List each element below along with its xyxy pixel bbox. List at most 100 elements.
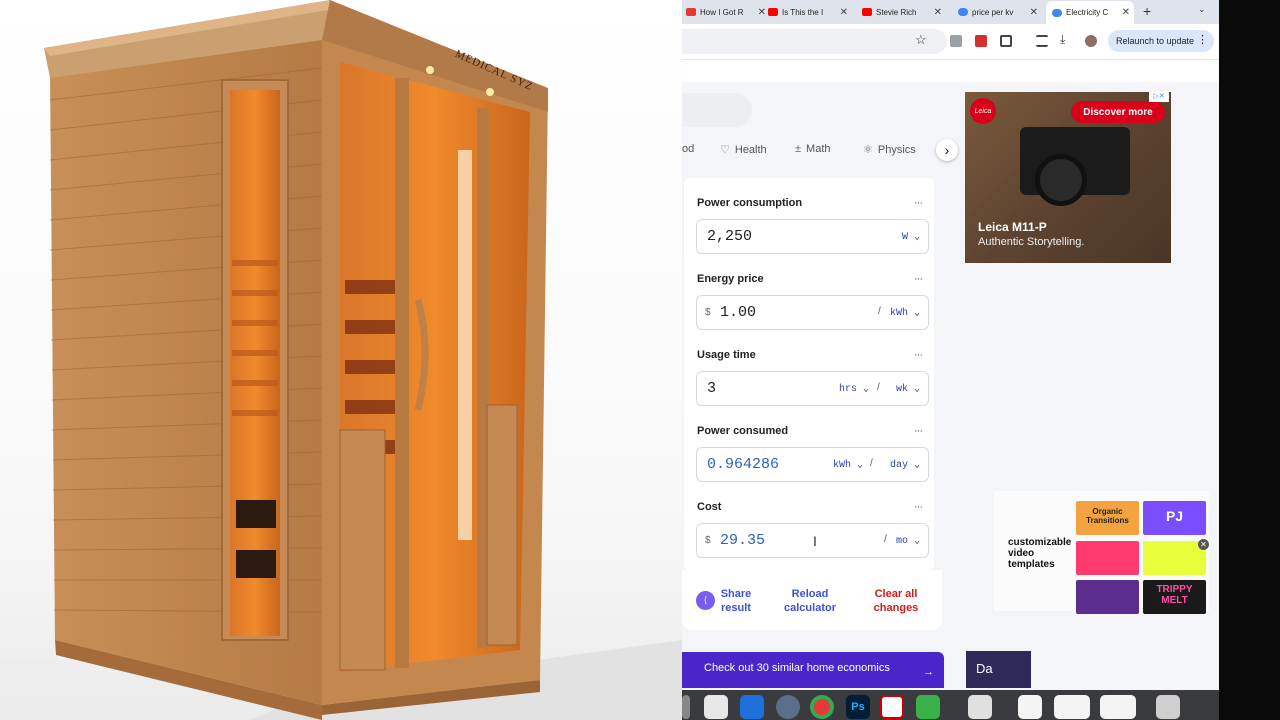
- extension-icon[interactable]: [975, 35, 987, 47]
- close-icon[interactable]: ✕: [758, 7, 766, 18]
- period-select[interactable]: mo ⌄: [896, 535, 920, 547]
- share-result-button[interactable]: Share result: [720, 587, 752, 615]
- chrome-icon[interactable]: [810, 695, 834, 719]
- period-select[interactable]: wk ⌄: [896, 383, 920, 395]
- google-icon: [958, 8, 968, 16]
- zoom-icon[interactable]: [740, 695, 764, 719]
- more-icon[interactable]: ···: [914, 425, 923, 437]
- dock: Ps: [682, 690, 1219, 720]
- arrow-right-icon: →: [923, 666, 934, 678]
- document-icon[interactable]: [1100, 695, 1136, 719]
- leica-ad[interactable]: Leica Discover more Leica M11-P Authenti…: [965, 92, 1171, 263]
- ad-choices-icon[interactable]: ▷✕: [1149, 92, 1169, 102]
- chevron-down-icon[interactable]: ⌄: [1198, 4, 1206, 15]
- relaunch-button[interactable]: Relaunch to update ⋮: [1108, 30, 1214, 52]
- similar-calculators-banner[interactable]: Check out 30 similar home economics →: [682, 652, 944, 688]
- video-thumb: Organic Transitions: [1076, 501, 1139, 535]
- reload-calculator-button[interactable]: Reload calculator: [780, 587, 840, 615]
- video-thumb: [1143, 541, 1206, 575]
- dock-app-icon[interactable]: [682, 695, 690, 719]
- new-tab-button[interactable]: +: [1143, 3, 1151, 19]
- power-consumed-field[interactable]: 0.964286 kWh ⌄ / day ⌄: [696, 447, 929, 482]
- energy-price-field[interactable]: $ 1.00 / kWh ⌄: [696, 295, 929, 330]
- ad-title: Leica M11-P: [978, 220, 1047, 234]
- photoshop-icon[interactable]: Ps: [846, 695, 870, 719]
- sauna-product-image: MEDICAL SYZ: [0, 0, 682, 720]
- address-bar[interactable]: [682, 29, 947, 54]
- video-ad[interactable]: customizable video templates Organic Tra…: [994, 491, 1209, 614]
- messages-icon[interactable]: [916, 695, 940, 719]
- close-icon[interactable]: ✕: [840, 7, 848, 18]
- category-health[interactable]: ♡ Health: [720, 143, 767, 157]
- power-consumed-label: Power consumed: [697, 425, 789, 437]
- safari-icon[interactable]: [776, 695, 800, 719]
- tab-1[interactable]: How I Got R ✕: [686, 2, 766, 22]
- more-icon[interactable]: ···: [914, 501, 923, 513]
- more-icon[interactable]: ···: [914, 273, 923, 285]
- document-icon[interactable]: [1054, 695, 1090, 719]
- calculator-favicon: [1052, 8, 1062, 17]
- browser-window: How I Got R ✕ Is This the I ✕ Stevie Ric…: [682, 0, 1219, 720]
- trash-icon[interactable]: [1156, 695, 1180, 719]
- notes-icon[interactable]: [704, 695, 728, 719]
- energy-price-label: Energy price: [697, 273, 764, 285]
- camera-lens-image: [1035, 154, 1087, 206]
- discover-more-button[interactable]: Discover more: [1071, 101, 1165, 123]
- power-consumption-field[interactable]: 2,250 W ⌄: [696, 219, 929, 254]
- bookmark-star-icon[interactable]: ☆: [915, 32, 927, 48]
- puzzle-icon[interactable]: [1000, 35, 1012, 47]
- leica-logo: Leica: [970, 98, 996, 124]
- math-icon: ±: [795, 143, 802, 155]
- unit-select[interactable]: hrs ⌄: [839, 383, 869, 395]
- more-icon[interactable]: ···: [914, 197, 923, 209]
- category-physics[interactable]: ⚛ Physics: [863, 143, 916, 157]
- unit-select[interactable]: W ⌄: [902, 231, 920, 243]
- video-thumb: TRIPPY MELT: [1143, 580, 1206, 614]
- avatar[interactable]: [1085, 35, 1097, 47]
- category-food[interactable]: od: [682, 143, 694, 155]
- close-icon[interactable]: ✕: [1030, 7, 1038, 18]
- tab-favicon: [686, 8, 696, 16]
- document-icon[interactable]: [1018, 695, 1042, 719]
- heart-icon: ♡: [720, 144, 730, 156]
- physics-icon: ⚛: [863, 144, 873, 156]
- promo-strip[interactable]: Da: [966, 651, 1031, 688]
- share-icon[interactable]: ⟨: [696, 591, 715, 610]
- unit-select[interactable]: kWh ⌄: [833, 459, 863, 471]
- menu-icon[interactable]: ⋮: [1197, 33, 1208, 46]
- tab-2[interactable]: Is This the I ✕: [768, 2, 848, 22]
- ad-subtitle: Authentic Storytelling.: [978, 236, 1085, 248]
- cost-label: Cost: [697, 501, 722, 513]
- acrobat-icon[interactable]: [880, 695, 904, 719]
- finder-icon[interactable]: [968, 695, 992, 719]
- clear-all-changes-button[interactable]: Clear all changes: [868, 587, 924, 615]
- video-thumb: PJ: [1143, 501, 1206, 535]
- tab-3[interactable]: Stevie Rich ✕: [862, 2, 942, 22]
- youtube-icon: [768, 8, 778, 16]
- category-math[interactable]: ± Math: [795, 143, 831, 155]
- screen-edge: [1219, 0, 1280, 720]
- chevron-right-icon[interactable]: ›: [936, 139, 958, 161]
- web-page: od ♡ Health ± Math ⚛ Physics › Leica Dis…: [682, 59, 1219, 720]
- extension-icon[interactable]: [950, 35, 962, 47]
- period-select[interactable]: day ⌄: [890, 459, 920, 471]
- unit-select[interactable]: kWh ⌄: [890, 307, 920, 319]
- close-icon[interactable]: ✕: [934, 7, 942, 18]
- close-icon[interactable]: ✕: [1198, 539, 1209, 550]
- download-icon[interactable]: ⤓: [1060, 32, 1072, 46]
- youtube-icon: [862, 8, 872, 16]
- power-consumption-label: Power consumption: [697, 197, 803, 209]
- more-icon[interactable]: ···: [914, 349, 923, 361]
- media-icon[interactable]: [1036, 35, 1048, 47]
- calculator-panel: Power consumption ··· 2,250 W ⌄ Energy p…: [684, 178, 934, 570]
- sauna-illustration: [44, 0, 682, 720]
- usage-time-field[interactable]: 3 hrs ⌄ / wk ⌄: [696, 371, 929, 406]
- close-icon[interactable]: ✕: [1122, 7, 1130, 18]
- site-search-input[interactable]: [682, 93, 752, 127]
- tab-4[interactable]: price per kv ✕: [958, 2, 1038, 22]
- video-thumb: [1076, 580, 1139, 614]
- video-ad-text: customizable video templates: [1008, 537, 1072, 570]
- cost-field[interactable]: $ 29.35 I / mo ⌄: [696, 523, 929, 558]
- browser-toolbar: ☆ ⤓ Relaunch to update ⋮: [682, 24, 1219, 59]
- tab-active[interactable]: Electricity C ✕: [1046, 1, 1134, 24]
